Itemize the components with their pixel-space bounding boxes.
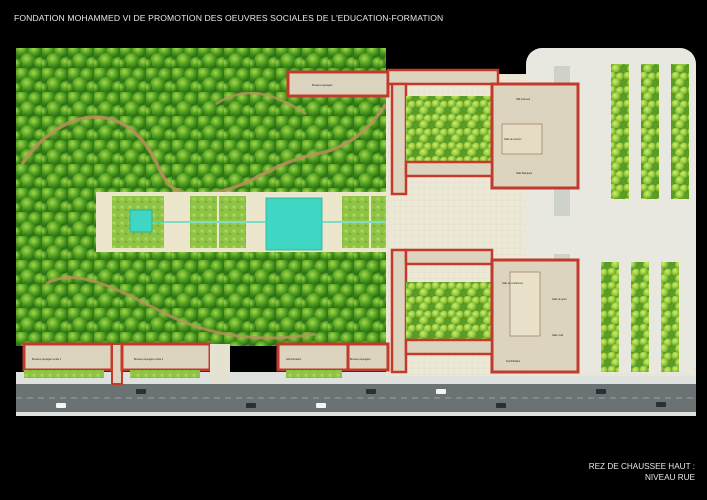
label-salle-conf: Salle de conférence [502, 282, 524, 285]
label-administration: Administration [286, 358, 302, 361]
label-hall-accueil: Hall d'accueil [516, 98, 530, 101]
courtyard-north [406, 96, 492, 162]
label-amphitheatre: Amphithéâtre [506, 360, 521, 363]
label-bureaux-sw1: Bureaux paysagers entité 1 [32, 358, 62, 361]
label-salle-sport: Salle de sport [552, 298, 567, 301]
label-bureaux-sw2: Bureaux paysagers entité 2 [134, 358, 164, 361]
pool-west [129, 209, 153, 233]
caption-line-2: NIVEAU RUE [644, 473, 695, 482]
label-bureaux-north: Bureaux paysagers [312, 84, 333, 87]
caption-line-1: REZ DE CHAUSSEE HAUT : [588, 462, 695, 471]
label-salle-multi: Salle multi [552, 334, 563, 337]
site-plan: Bureaux paysagers Hall d'accueil Salle d… [16, 48, 696, 416]
pool-central [265, 197, 323, 251]
label-salle-banquets: Salle Banquets [516, 172, 533, 175]
courtyard-south [406, 282, 492, 340]
plan-caption: REZ DE CHAUSSEE HAUT : NIVEAU RUE [589, 461, 695, 483]
page-title: FONDATION MOHAMMED VI DE PROMOTION DES O… [14, 13, 444, 23]
label-bureaux-s3: Bureaux paysagers [350, 358, 371, 361]
label-salle-reunion: Salle de réunion [504, 138, 522, 141]
